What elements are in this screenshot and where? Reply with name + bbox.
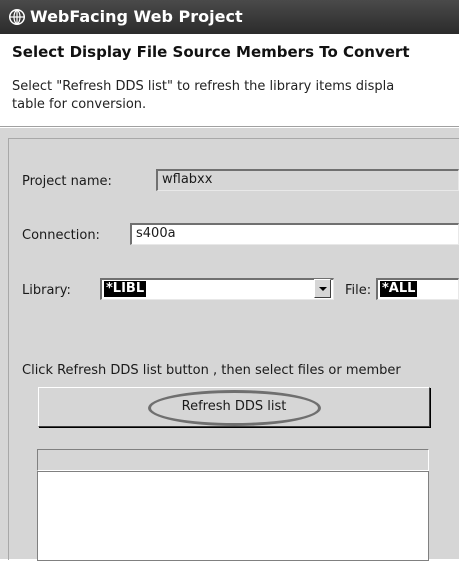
project-name-label: Project name:	[22, 174, 112, 189]
file-selected-value: *ALL	[380, 281, 418, 297]
instruction-text: Click Refresh DDS list button , then sel…	[22, 363, 401, 378]
highlight-ellipse	[148, 390, 321, 426]
globe-icon	[9, 9, 25, 25]
wizard-header: Select Display File Source Members To Co…	[0, 34, 459, 127]
page-title: Select Display File Source Members To Co…	[12, 43, 410, 61]
file-label: File:	[345, 283, 372, 298]
library-selected-value: *LIBL	[104, 281, 147, 297]
library-label: Library:	[22, 283, 71, 298]
project-name-field: wflabxx	[156, 169, 459, 191]
chevron-down-icon[interactable]	[314, 279, 331, 298]
dialog-window: WebFacing Web Project Select Display Fil…	[0, 0, 459, 561]
window-title: WebFacing Web Project	[30, 7, 243, 26]
member-list-header	[37, 449, 429, 471]
description-line-2: table for conversion.	[12, 97, 147, 112]
connection-label: Connection:	[22, 228, 100, 243]
member-list[interactable]	[37, 471, 429, 561]
page-description: Select "Refresh DDS list" to refresh the…	[12, 78, 459, 114]
title-bar: WebFacing Web Project	[0, 0, 459, 34]
wizard-body: Project name: wflabxx Connection: s400a …	[0, 127, 459, 561]
connection-field[interactable]: s400a	[130, 223, 459, 245]
library-dropdown[interactable]: *LIBL	[100, 278, 334, 300]
description-line-1: Select "Refresh DDS list" to refresh the…	[12, 79, 395, 94]
file-dropdown[interactable]: *ALL	[376, 278, 459, 300]
